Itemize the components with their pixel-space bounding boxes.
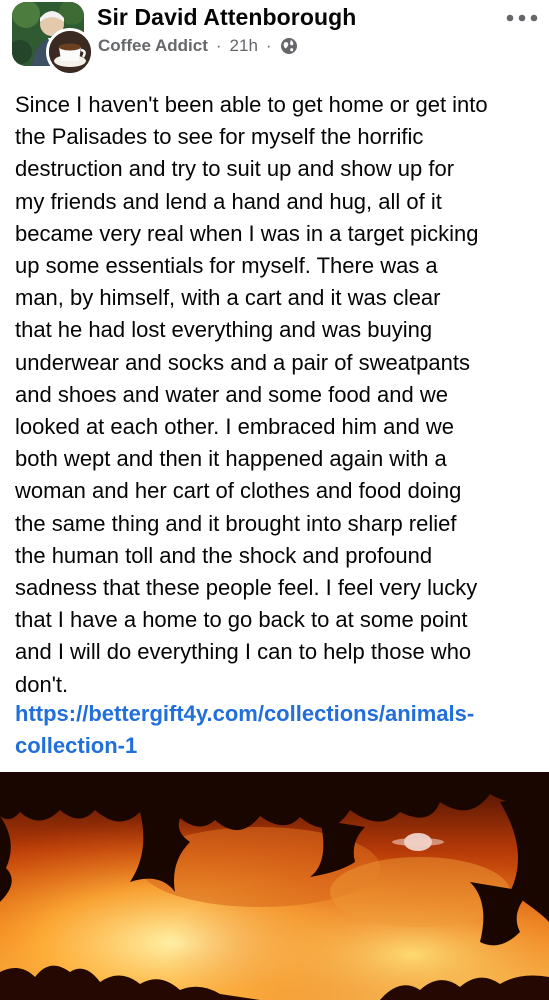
post-body-line: up some essentials for myself. There was… [15, 253, 438, 279]
post-body: Since I haven't been able to get home or… [15, 89, 539, 701]
post-body-line: and I will do everything I can to help t… [15, 639, 472, 665]
post-link[interactable]: https://bettergift4y.com/collections/ani… [15, 698, 539, 762]
post-body-line: that I have a home to go back to at some… [15, 607, 468, 633]
post-timestamp[interactable]: 21h [230, 36, 258, 56]
post-body-line: became very real when I was in a target … [15, 220, 479, 246]
post-link-line[interactable]: https://bettergift4y.com/collections/ani… [15, 698, 539, 730]
meta-separator-2: · [265, 36, 272, 55]
feed-post: Sir David Attenborough Coffee Addict · 2… [0, 0, 549, 1000]
post-body-line: and shoes and water and some food and we [15, 381, 448, 407]
post-body-line: the same thing and it brought into sharp… [15, 510, 457, 536]
post-body-line: sadness that these people feel. I feel v… [15, 575, 478, 601]
meta-separator: · [215, 36, 222, 55]
post-body-line: the human toll and the shock and profoun… [15, 542, 433, 568]
group-avatar[interactable] [46, 28, 94, 76]
post-body-line: that he had lost everything and was buyi… [15, 317, 433, 343]
post-body-line: man, by himself, with a cart and it was … [15, 285, 441, 311]
group-name[interactable]: Coffee Addict [98, 36, 208, 56]
post-body-line: Since I haven't been able to get home or… [15, 92, 488, 117]
post-header: Sir David Attenborough Coffee Addict · 2… [0, 0, 549, 80]
post-body-line: the Palisades to see for myself the horr… [15, 124, 424, 150]
post-body-line: don't. [15, 671, 69, 697]
post-body-line: looked at each other. I embraced him and… [15, 414, 455, 440]
post-body-line: both wept and then it happened again wit… [15, 446, 447, 472]
more-options-icon[interactable] [505, 6, 539, 30]
post-author-name[interactable]: Sir David Attenborough [97, 4, 356, 31]
post-body-line: destruction and try to suit up and show … [15, 156, 455, 182]
globe-icon[interactable] [280, 37, 298, 55]
post-body-line: underwear and socks and a pair of sweatp… [15, 349, 470, 375]
post-body-line: woman and her cart of clothes and food d… [15, 478, 462, 504]
post-body-line: my friends and lend a hand and hug, all … [15, 188, 442, 214]
post-link-line[interactable]: collection-1 [15, 730, 539, 762]
post-photo-wildfire[interactable] [0, 772, 549, 1000]
post-meta: Coffee Addict · 21h · [98, 36, 298, 56]
avatar-group[interactable] [12, 2, 94, 76]
